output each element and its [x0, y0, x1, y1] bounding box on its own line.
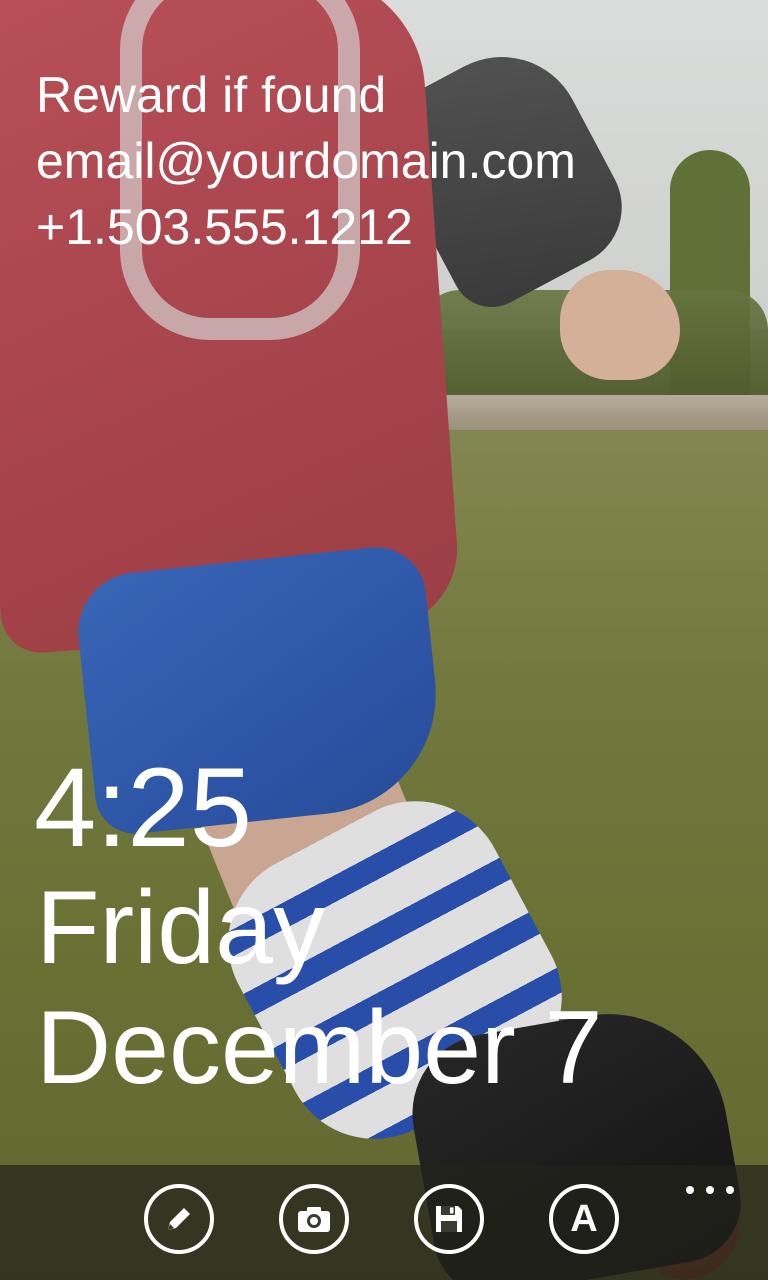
dot	[726, 1186, 734, 1194]
app-bar: A	[0, 1165, 768, 1280]
font-button[interactable]: A	[549, 1184, 619, 1254]
clock-day: Friday	[36, 870, 325, 986]
font-icon: A	[570, 1198, 598, 1240]
edit-button[interactable]	[144, 1184, 214, 1254]
clock-date: December 7	[36, 990, 603, 1106]
camera-button[interactable]	[279, 1184, 349, 1254]
dot	[686, 1186, 694, 1194]
owner-info: Reward if found email@yourdomain.com +1.…	[36, 62, 576, 260]
save-button[interactable]	[414, 1184, 484, 1254]
camera-icon	[298, 1207, 330, 1232]
dot	[706, 1186, 714, 1194]
save-icon	[436, 1206, 462, 1232]
owner-info-reward: Reward if found	[36, 67, 387, 123]
owner-info-email: email@yourdomain.com	[36, 133, 576, 189]
ellipsis-icon[interactable]	[686, 1173, 734, 1207]
owner-info-phone: +1.503.555.1212	[36, 199, 413, 255]
clock-time: 4:25	[34, 745, 252, 870]
pencil-icon	[168, 1208, 190, 1230]
